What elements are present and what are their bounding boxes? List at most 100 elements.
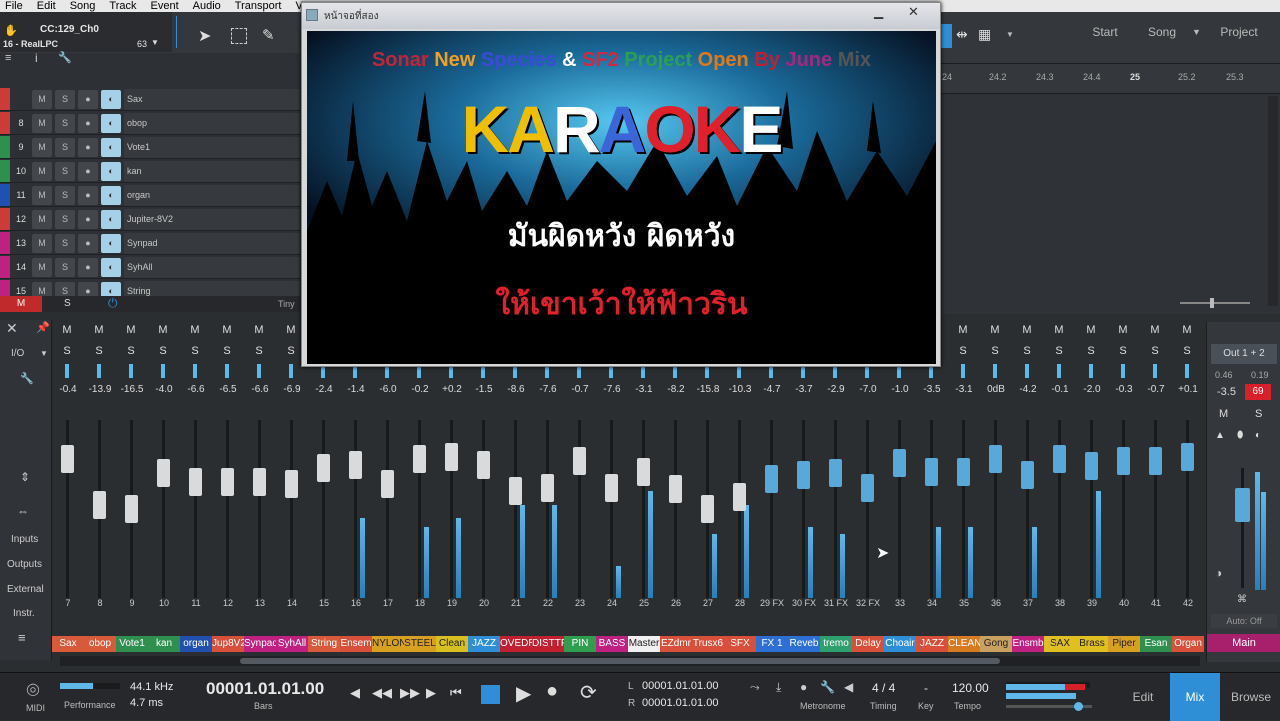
instruments-button[interactable]: Instr. (13, 608, 35, 619)
main-mute[interactable]: M (1219, 408, 1228, 420)
volume-fader[interactable] (413, 445, 426, 474)
arrow-tool-icon[interactable]: ➤ (198, 26, 211, 46)
volume-fader[interactable] (477, 450, 490, 479)
pan-indicator[interactable] (1121, 364, 1125, 378)
record-arm-button[interactable]: ● (78, 257, 98, 277)
track-name[interactable]: obop (124, 112, 300, 134)
volume-fader[interactable] (93, 491, 106, 520)
zoom-value[interactable]: 63 (137, 39, 147, 49)
solo-button[interactable]: S (55, 209, 75, 229)
track-name[interactable]: kan (124, 160, 300, 182)
mute-button[interactable]: M (32, 113, 52, 133)
grid-icon[interactable]: ▦ (978, 26, 991, 43)
mute-button[interactable]: M (1176, 324, 1198, 336)
channel-label[interactable]: OVEDRI (500, 636, 532, 652)
chevron-down-icon[interactable]: ▼ (1006, 30, 1014, 39)
menu-song[interactable]: Song (65, 0, 105, 12)
record-arm-button[interactable]: ● (78, 89, 98, 109)
track-row[interactable]: M S ● ◐ Sax (0, 88, 300, 111)
list-icon[interactable]: ≡ (18, 630, 26, 645)
mute-button[interactable]: M (1080, 324, 1102, 336)
chevron-down-icon[interactable]: ▼ (151, 38, 159, 47)
track-row[interactable]: 11 M S ● ◐ organ (0, 184, 300, 207)
wrench-icon[interactable]: 🔧 (58, 51, 72, 64)
inputs-button[interactable]: Inputs (11, 534, 38, 545)
record-arm-button[interactable]: ● (78, 185, 98, 205)
channel-label[interactable]: Gong (980, 636, 1012, 652)
volume-fader[interactable] (573, 446, 586, 475)
pan-indicator[interactable] (225, 364, 229, 378)
volume-fader[interactable] (669, 475, 682, 504)
scrollbar-thumb[interactable] (240, 658, 1000, 664)
rewind-icon[interactable]: ◀◀ (372, 685, 392, 701)
pan-indicator[interactable] (129, 364, 133, 378)
tab-start[interactable]: Start (1078, 12, 1132, 52)
channel-label[interactable]: CLEAN (948, 636, 980, 652)
volume-fader[interactable] (1021, 461, 1034, 490)
channel-label[interactable]: Esan (1140, 636, 1172, 652)
channel-label[interactable]: Delay (852, 636, 884, 652)
track-name[interactable]: organ (124, 184, 300, 206)
mute-button[interactable]: M (1112, 324, 1134, 336)
solo-button[interactable]: S (1080, 345, 1102, 357)
channel-label[interactable]: kan (148, 636, 180, 652)
channel-label[interactable]: SFX (724, 636, 756, 652)
pan-indicator[interactable] (1025, 364, 1029, 378)
tab-mix[interactable]: Mix (1170, 673, 1220, 721)
link-icon[interactable]: ◐ (1255, 430, 1261, 441)
preroll-icon[interactable]: ⤓ (776, 680, 781, 695)
channel-label[interactable]: Synpad (244, 636, 276, 652)
solo-button[interactable]: S (280, 345, 302, 357)
peak-indicator[interactable]: 69 (1245, 384, 1271, 400)
channel-label[interactable]: obop (84, 636, 116, 652)
track-name[interactable]: Vote1 (124, 136, 300, 158)
chevron-down-icon[interactable]: ▼ (40, 349, 48, 358)
key-value[interactable]: - (924, 681, 928, 695)
solo-button[interactable]: S (55, 257, 75, 277)
volume-fader[interactable] (1117, 446, 1130, 475)
metronome-toggle-icon[interactable]: ● (800, 680, 807, 694)
volume-fader[interactable] (445, 443, 458, 472)
mute-button[interactable]: M (32, 161, 52, 181)
record-arm-button[interactable]: ● (78, 113, 98, 133)
arrange-view[interactable]: 24 24.2 24.3 24.4 25 25.2 25.3 (940, 64, 1280, 314)
pin-icon[interactable]: 📌 (36, 321, 50, 334)
return-zero-icon[interactable]: ⏮ (450, 685, 462, 701)
monitor-button[interactable]: ◐ (101, 113, 121, 133)
solo-button[interactable]: S (55, 233, 75, 253)
expand-horizontal-icon[interactable]: ⇔ (17, 504, 29, 518)
record-arm-button[interactable]: ● (78, 137, 98, 157)
expand-vertical-icon[interactable]: ⇕ (20, 470, 30, 484)
channel-label[interactable]: DISTTF (532, 636, 564, 652)
mute-button[interactable]: M (280, 324, 302, 336)
channel-label[interactable]: NYLON (372, 636, 404, 652)
mute-button[interactable]: M (216, 324, 238, 336)
solo-button[interactable]: S (984, 345, 1006, 357)
channel-label[interactable]: Choair (884, 636, 916, 652)
record-button[interactable]: ● (546, 680, 558, 703)
solo-button[interactable]: S (184, 345, 206, 357)
mute-button[interactable]: M (32, 257, 52, 277)
mute-button[interactable]: M (32, 185, 52, 205)
solo-button[interactable]: S (55, 137, 75, 157)
channel-label[interactable]: SyhAll (276, 636, 308, 652)
close-button[interactable]: ✕ (908, 4, 919, 20)
track-name[interactable]: Sax (124, 88, 300, 110)
list-icon[interactable]: ≡ (5, 52, 11, 64)
pan-indicator[interactable] (1153, 364, 1157, 378)
power-icon[interactable]: ⏻ (108, 296, 118, 311)
main-fader[interactable] (1235, 488, 1250, 522)
mute-button[interactable]: M (1016, 324, 1038, 336)
mute-all-button[interactable]: M (0, 296, 42, 312)
pan-indicator[interactable] (1089, 364, 1093, 378)
volume-fader[interactable] (829, 459, 842, 488)
channel-label[interactable]: String (308, 636, 340, 652)
solo-button[interactable]: S (1112, 345, 1134, 357)
outputs-button[interactable]: Outputs (7, 559, 42, 570)
monitor-button[interactable]: ◐ (101, 209, 121, 229)
solo-button[interactable]: S (55, 89, 75, 109)
volume-fader[interactable] (285, 470, 298, 499)
volume-fader[interactable] (381, 470, 394, 499)
channel-label[interactable]: Sax (52, 636, 84, 652)
solo-button[interactable]: S (1016, 345, 1038, 357)
